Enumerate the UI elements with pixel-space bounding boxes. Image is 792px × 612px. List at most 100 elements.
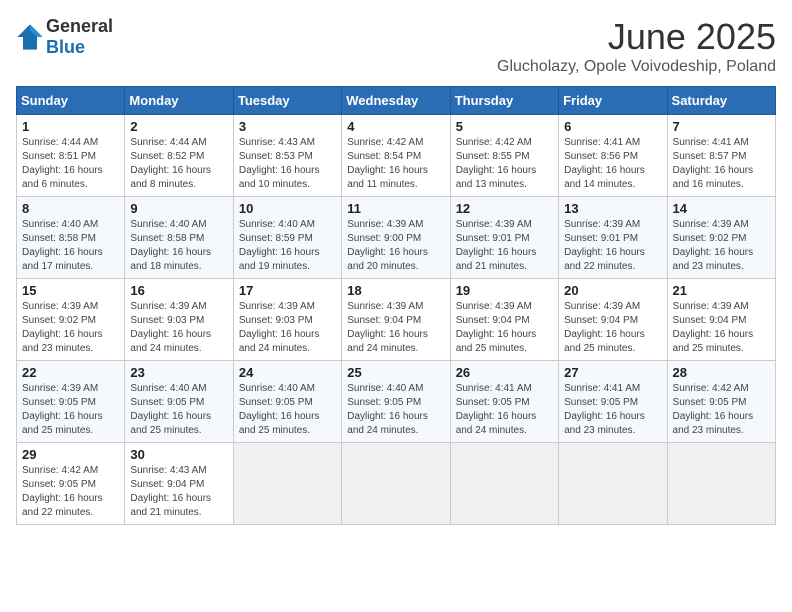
day-number: 20 xyxy=(564,283,661,298)
calendar-cell: 25 Sunrise: 4:40 AM Sunset: 9:05 PM Dayli… xyxy=(342,361,450,443)
day-number: 29 xyxy=(22,447,119,462)
calendar-header-tuesday: Tuesday xyxy=(233,87,341,115)
day-number: 12 xyxy=(456,201,553,216)
day-number: 8 xyxy=(22,201,119,216)
calendar-cell: 6 Sunrise: 4:41 AM Sunset: 8:56 PM Daylig… xyxy=(559,115,667,197)
day-number: 25 xyxy=(347,365,444,380)
calendar-cell: 7 Sunrise: 4:41 AM Sunset: 8:57 PM Daylig… xyxy=(667,115,775,197)
calendar-cell: 14 Sunrise: 4:39 AM Sunset: 9:02 PM Dayli… xyxy=(667,197,775,279)
calendar-cell: 10Sunrise: 4:40 AM Sunset: 8:59 PM Dayli… xyxy=(233,197,341,279)
month-title: June 2025 xyxy=(497,16,776,58)
day-info: Sunrise: 4:40 AM Sunset: 9:05 PM Dayligh… xyxy=(130,382,227,438)
day-info: Sunrise: 4:44 AM Sunset: 8:51 PM Dayligh… xyxy=(22,136,119,192)
day-info: Sunrise: 4:39 AM Sunset: 9:00 PM Dayligh… xyxy=(347,218,444,274)
location-title: Glucholazy, Opole Voivodeship, Poland xyxy=(497,58,776,76)
day-info: Sunrise: 4:39 AM Sunset: 9:04 PM Dayligh… xyxy=(456,300,553,356)
day-info: Sunrise: 4:39 AM Sunset: 9:04 PM Dayligh… xyxy=(673,300,770,356)
day-number: 28 xyxy=(673,365,770,380)
calendar-cell: 5Sunrise: 4:42 AM Sunset: 8:55 PM Daylig… xyxy=(450,115,558,197)
calendar-cell xyxy=(559,443,667,525)
day-number: 26 xyxy=(456,365,553,380)
day-info: Sunrise: 4:43 AM Sunset: 9:04 PM Dayligh… xyxy=(130,464,227,520)
day-number: 16 xyxy=(130,283,227,298)
calendar-cell xyxy=(342,443,450,525)
day-info: Sunrise: 4:41 AM Sunset: 8:57 PM Dayligh… xyxy=(673,136,770,192)
day-info: Sunrise: 4:44 AM Sunset: 8:52 PM Dayligh… xyxy=(130,136,227,192)
calendar-cell: 30 Sunrise: 4:43 AM Sunset: 9:04 PM Dayli… xyxy=(125,443,233,525)
calendar-cell: 8 Sunrise: 4:40 AM Sunset: 8:58 PM Daylig… xyxy=(17,197,125,279)
day-number: 2 xyxy=(130,119,227,134)
day-number: 13 xyxy=(564,201,661,216)
day-number: 14 xyxy=(673,201,770,216)
day-info: Sunrise: 4:39 AM Sunset: 9:02 PM Dayligh… xyxy=(22,300,119,356)
day-info: Sunrise: 4:39 AM Sunset: 9:04 PM Dayligh… xyxy=(564,300,661,356)
calendar-cell: 13 Sunrise: 4:39 AM Sunset: 9:01 PM Dayli… xyxy=(559,197,667,279)
day-info: Sunrise: 4:39 AM Sunset: 9:03 PM Dayligh… xyxy=(130,300,227,356)
calendar-cell xyxy=(667,443,775,525)
day-number: 1 xyxy=(22,119,119,134)
day-number: 22 xyxy=(22,365,119,380)
day-info: Sunrise: 4:42 AM Sunset: 8:54 PM Dayligh… xyxy=(347,136,444,192)
day-info: Sunrise: 4:41 AM Sunset: 8:56 PM Dayligh… xyxy=(564,136,661,192)
day-number: 3 xyxy=(239,119,336,134)
day-number: 19 xyxy=(456,283,553,298)
calendar-header-friday: Friday xyxy=(559,87,667,115)
day-info: Sunrise: 4:40 AM Sunset: 8:58 PM Dayligh… xyxy=(22,218,119,274)
day-info: Sunrise: 4:42 AM Sunset: 8:55 PM Dayligh… xyxy=(456,136,553,192)
day-number: 24 xyxy=(239,365,336,380)
calendar-header-thursday: Thursday xyxy=(450,87,558,115)
day-info: Sunrise: 4:39 AM Sunset: 9:02 PM Dayligh… xyxy=(673,218,770,274)
day-info: Sunrise: 4:39 AM Sunset: 9:05 PM Dayligh… xyxy=(22,382,119,438)
day-info: Sunrise: 4:39 AM Sunset: 9:04 PM Dayligh… xyxy=(347,300,444,356)
calendar-cell: 24Sunrise: 4:40 AM Sunset: 9:05 PM Dayli… xyxy=(233,361,341,443)
calendar-cell: 4 Sunrise: 4:42 AM Sunset: 8:54 PM Daylig… xyxy=(342,115,450,197)
logo-general: General xyxy=(46,16,113,36)
day-number: 18 xyxy=(347,283,444,298)
day-number: 15 xyxy=(22,283,119,298)
day-number: 30 xyxy=(130,447,227,462)
calendar-cell: 3Sunrise: 4:43 AM Sunset: 8:53 PM Daylig… xyxy=(233,115,341,197)
calendar-cell xyxy=(450,443,558,525)
day-info: Sunrise: 4:40 AM Sunset: 8:59 PM Dayligh… xyxy=(239,218,336,274)
day-number: 6 xyxy=(564,119,661,134)
calendar-week-row: 22 Sunrise: 4:39 AM Sunset: 9:05 PM Dayli… xyxy=(17,361,776,443)
day-info: Sunrise: 4:41 AM Sunset: 9:05 PM Dayligh… xyxy=(564,382,661,438)
calendar-cell: 22 Sunrise: 4:39 AM Sunset: 9:05 PM Dayli… xyxy=(17,361,125,443)
day-info: Sunrise: 4:42 AM Sunset: 9:05 PM Dayligh… xyxy=(22,464,119,520)
calendar-week-row: 8 Sunrise: 4:40 AM Sunset: 8:58 PM Daylig… xyxy=(17,197,776,279)
day-number: 17 xyxy=(239,283,336,298)
calendar-header-row: SundayMondayTuesdayWednesdayThursdayFrid… xyxy=(17,87,776,115)
day-number: 4 xyxy=(347,119,444,134)
calendar-header-wednesday: Wednesday xyxy=(342,87,450,115)
day-number: 23 xyxy=(130,365,227,380)
calendar-header-saturday: Saturday xyxy=(667,87,775,115)
calendar-cell: 15 Sunrise: 4:39 AM Sunset: 9:02 PM Dayli… xyxy=(17,279,125,361)
calendar-cell: 23 Sunrise: 4:40 AM Sunset: 9:05 PM Dayli… xyxy=(125,361,233,443)
logo-blue: Blue xyxy=(46,37,85,57)
calendar-cell: 19 Sunrise: 4:39 AM Sunset: 9:04 PM Dayli… xyxy=(450,279,558,361)
calendar-cell: 21 Sunrise: 4:39 AM Sunset: 9:04 PM Dayli… xyxy=(667,279,775,361)
calendar-week-row: 1 Sunrise: 4:44 AM Sunset: 8:51 PM Daylig… xyxy=(17,115,776,197)
calendar-week-row: 15 Sunrise: 4:39 AM Sunset: 9:02 PM Dayli… xyxy=(17,279,776,361)
calendar-cell: 2 Sunrise: 4:44 AM Sunset: 8:52 PM Daylig… xyxy=(125,115,233,197)
header: General Blue June 2025 Glucholazy, Opole… xyxy=(16,16,776,76)
day-number: 27 xyxy=(564,365,661,380)
calendar-cell: 26Sunrise: 4:41 AM Sunset: 9:05 PM Dayli… xyxy=(450,361,558,443)
day-number: 9 xyxy=(130,201,227,216)
day-info: Sunrise: 4:39 AM Sunset: 9:01 PM Dayligh… xyxy=(564,218,661,274)
calendar-cell: 27 Sunrise: 4:41 AM Sunset: 9:05 PM Dayli… xyxy=(559,361,667,443)
day-number: 7 xyxy=(673,119,770,134)
calendar-cell: 17 Sunrise: 4:39 AM Sunset: 9:03 PM Dayli… xyxy=(233,279,341,361)
calendar-header-sunday: Sunday xyxy=(17,87,125,115)
calendar-cell xyxy=(233,443,341,525)
logo-icon xyxy=(16,23,44,51)
calendar-cell: 11 Sunrise: 4:39 AM Sunset: 9:00 PM Dayli… xyxy=(342,197,450,279)
day-info: Sunrise: 4:39 AM Sunset: 9:03 PM Dayligh… xyxy=(239,300,336,356)
calendar-cell: 12Sunrise: 4:39 AM Sunset: 9:01 PM Dayli… xyxy=(450,197,558,279)
day-number: 11 xyxy=(347,201,444,216)
day-number: 21 xyxy=(673,283,770,298)
day-info: Sunrise: 4:40 AM Sunset: 9:05 PM Dayligh… xyxy=(347,382,444,438)
day-info: Sunrise: 4:42 AM Sunset: 9:05 PM Dayligh… xyxy=(673,382,770,438)
title-section: June 2025 Glucholazy, Opole Voivodeship,… xyxy=(497,16,776,76)
calendar-cell: 9Sunrise: 4:40 AM Sunset: 8:58 PM Daylig… xyxy=(125,197,233,279)
